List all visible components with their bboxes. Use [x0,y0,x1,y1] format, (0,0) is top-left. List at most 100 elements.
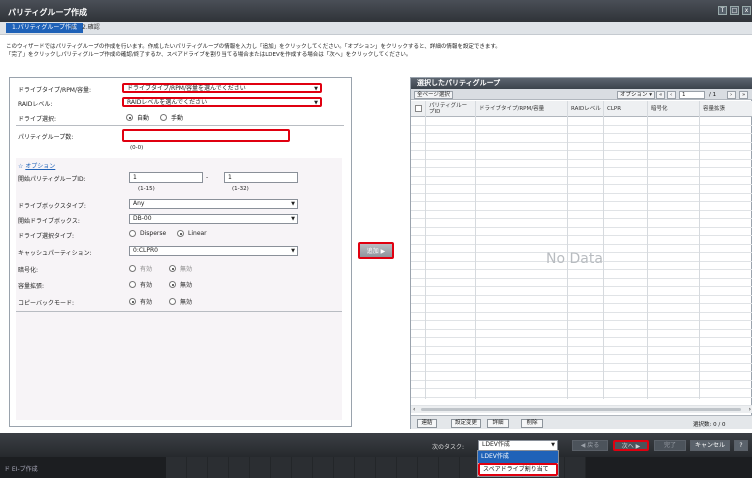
chevron-down-icon: ▼ [551,442,555,448]
copyback-label: コピーバックモード: [18,300,74,307]
status-bar: ド EI-ブ作成 [0,457,752,478]
col-encryption[interactable]: 暗号化 [651,106,668,113]
table-row [411,160,752,168]
drivebox-type-label: ドライブボックスタイプ: [18,203,86,210]
pg-count-input[interactable] [122,129,290,142]
chevron-down-icon: ▼ [291,216,295,222]
raid-level-select[interactable]: RAIDレベルを選んでください ▼ [122,97,322,107]
finish-button[interactable]: 完了 [654,440,686,451]
drive-select-manual-radio[interactable]: 手動 [160,113,183,122]
delete-button[interactable]: 削除 [521,419,543,428]
radio-unchecked-icon [129,230,136,237]
last-page-icon[interactable]: » [739,91,748,99]
copyback-disabled-radio[interactable]: 無効 [169,297,192,306]
maximize-icon[interactable]: □ [730,6,739,15]
prev-page-icon[interactable]: ‹ [667,91,676,99]
linear-radio[interactable]: Linear [177,230,207,237]
detail-button[interactable]: 詳細 [487,419,509,428]
expansion-enabled-radio[interactable]: 有効 [129,280,152,289]
enabled-label: 有効 [140,299,153,306]
options-toggle[interactable]: ☆ オプション [18,161,55,170]
expansion-disabled-radio[interactable]: 無効 [169,280,192,289]
col-clpr[interactable]: CLPR [607,106,621,113]
drive-type-select[interactable]: ドライブタイプ/RPM/容量を選んでください ▼ [122,83,322,93]
horizontal-scrollbar[interactable]: ‹ › [411,406,752,413]
radio-checked-icon [177,230,184,237]
table-row [411,151,752,160]
col-capacity-expansion[interactable]: 容量拡張 [703,106,725,113]
next-page-icon[interactable]: › [727,91,736,99]
page-number-input[interactable]: 1 [679,91,705,99]
col-drive-type[interactable]: ドライブタイプ/RPM/容量 [479,106,544,113]
help-button[interactable]: ? [734,440,748,451]
start-pg-input-2[interactable]: 1 [224,172,298,183]
dropdown-option-ldev[interactable]: LDEV作成 [478,451,558,463]
close-icon[interactable]: x [742,6,751,15]
start-pg-label: 開始パリティグループID: [18,176,86,183]
chevron-down-icon: ▼ [291,201,295,207]
disabled-label: 無効 [180,299,193,306]
table-toolbar: 全ページ選択 オプション ▾ « ‹ 1 / 1 › » [411,89,752,100]
options-toggle-label: オプション [25,163,56,170]
table-row [411,194,752,202]
encryption-disabled-radio: 無効 [169,264,192,273]
chevron-down-icon: ▼ [314,100,318,106]
start-pg-input-1[interactable]: 1 [129,172,203,183]
back-button[interactable]: ◀ 戻る [572,440,608,451]
table-footer: 連結 設定変更 詳細 削除 選択数: 0 / 0 [411,415,752,429]
radio-checked-icon [126,114,133,121]
options-dropdown-button[interactable]: オプション ▾ [617,91,656,99]
drive-type-label: ドライブタイプ/RPM/容量: [18,87,92,94]
table-row [411,398,752,406]
select-all-pages-button[interactable]: 全ページ選択 [414,91,453,99]
table-header: パリティグルー プID ドライブタイプ/RPM/容量 RAIDレベル CLPR … [411,101,752,117]
breadcrumb-step-confirm: 2.確認 [82,24,100,31]
drivebox-type-select[interactable]: Any ▼ [129,199,298,209]
change-settings-button[interactable]: 設定変更 [451,419,481,428]
table-row [411,313,752,321]
scrollbar-thumb[interactable] [421,408,741,411]
radio-unchecked-icon [160,114,167,121]
chevron-down-icon: ▼ [291,248,295,254]
radio-checked-icon [169,265,176,272]
enabled-label: 有効 [140,266,153,273]
add-button[interactable]: 追加 ▶ [358,242,394,259]
cache-partition-label: キャッシュパーティション: [18,250,92,257]
scroll-left-icon[interactable]: ‹ [413,406,415,413]
table-row [411,202,752,211]
cancel-button[interactable]: キャンセル [690,440,730,451]
col-raid-level[interactable]: RAIDレベル [571,106,601,113]
column-divider [567,101,568,399]
table-row [411,355,752,364]
table-row [411,279,752,287]
start-pg-dash: - [206,174,209,181]
table-row [411,389,752,398]
first-page-icon[interactable]: « [656,91,665,99]
next-task-dropdown-list: LDEV作成 スペアドライブ割り当て [477,450,559,477]
copyback-enabled-radio[interactable]: 有効 [129,297,152,306]
next-button[interactable]: 次へ ▶ [613,440,649,451]
scroll-right-icon[interactable]: › [749,406,751,413]
breadcrumb-separator: > [70,24,76,31]
dropdown-option-spare-drive[interactable]: スペアドライブ割り当て [478,463,558,476]
table-row [411,185,752,194]
table-row [411,381,752,389]
radio-checked-icon [129,298,136,305]
chevron-down-icon: ▼ [314,86,318,92]
linear-label: Linear [188,230,207,237]
cache-partition-select[interactable]: 0:CLPR0 ▼ [129,246,298,256]
column-divider [603,101,604,399]
disabled-label: 無効 [180,282,193,289]
start-drivebox-label: 開始ドライブボックス: [18,218,80,225]
header-checkbox[interactable] [415,105,422,112]
pin-icon[interactable]: T [718,6,727,15]
start-drivebox-select[interactable]: DB-00 ▼ [129,214,298,224]
table-row [411,117,752,126]
manual-label: 手動 [171,115,184,122]
link-button[interactable]: 連結 [417,419,437,428]
col-pg-id[interactable]: パリティグルー プID [429,103,467,115]
drive-select-auto-radio[interactable]: 自動 [126,113,149,122]
disperse-radio[interactable]: Disperse [129,230,166,237]
options-section: ☆ オプション 開始パリティグループID: 1 - 1 (1-15) (1-32… [16,158,342,420]
encryption-enabled-radio: 有効 [129,264,152,273]
